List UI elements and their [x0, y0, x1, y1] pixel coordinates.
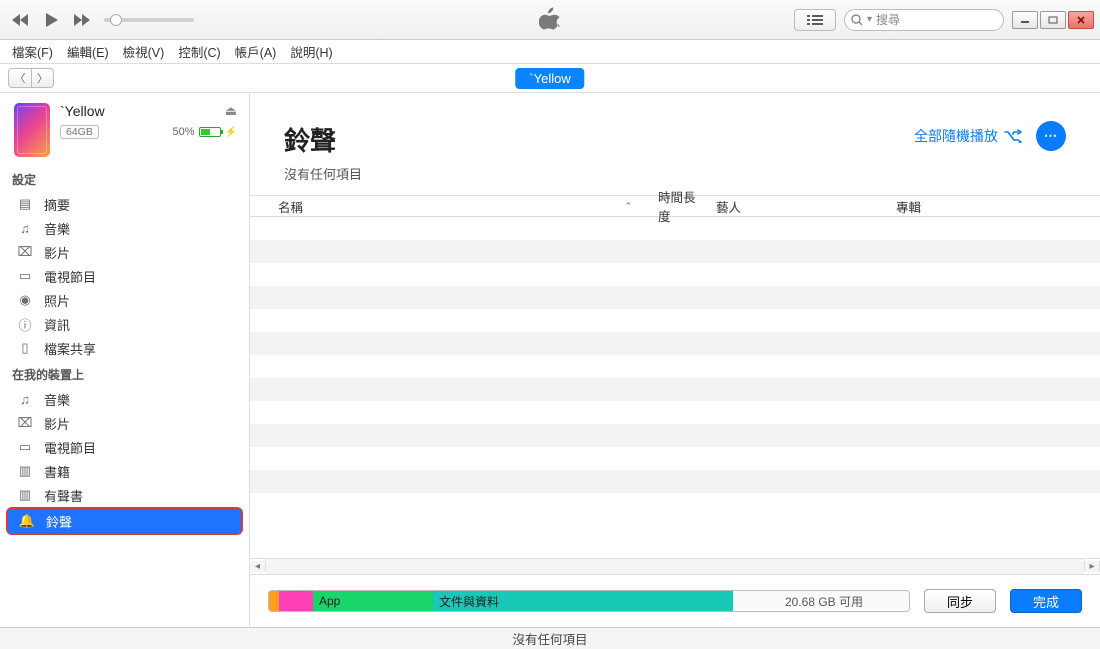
col-album[interactable]: 專輯: [888, 197, 1100, 216]
window-controls: [1012, 11, 1094, 29]
shuffle-all-button[interactable]: 全部隨機播放: [914, 126, 1022, 146]
capacity-badge: 64GB: [60, 125, 99, 139]
sidebar-item-info[interactable]: ⓘ資訊: [0, 312, 249, 336]
search-input[interactable]: ▾ 搜尋: [844, 9, 1004, 31]
info-icon: ⓘ: [16, 315, 34, 334]
search-icon: [851, 14, 863, 26]
storage-seg-free: 20.68 GB 可用: [733, 591, 909, 611]
nav-back-button[interactable]: 〈: [9, 69, 31, 87]
maximize-button[interactable]: [1040, 11, 1066, 29]
device-name: `Yellow: [60, 103, 105, 119]
eject-icon[interactable]: ⏏: [225, 103, 237, 119]
sidebar-section-settings: 設定: [0, 165, 249, 192]
playback-controls: [0, 7, 194, 33]
sort-caret-icon: ⌃: [624, 201, 632, 212]
sidebar-item-device-music[interactable]: ♫音樂: [0, 387, 249, 411]
music-icon: ♫: [16, 221, 34, 236]
storage-seg-media: [279, 591, 313, 611]
menu-edit[interactable]: 編輯(E): [61, 40, 115, 63]
top-toolbar: ▾ 搜尋: [0, 0, 1100, 40]
storage-seg-other: [269, 591, 279, 611]
sidebar-item-device-ringtones[interactable]: 🔔鈴聲: [8, 509, 241, 533]
main-content: 鈴聲 沒有任何項目 全部隨機播放 ⋯ 名稱⌃ 時間長度 藝人 專輯 ◂▸: [250, 93, 1100, 627]
col-name[interactable]: 名稱⌃: [250, 197, 650, 216]
menu-controls[interactable]: 控制(C): [172, 40, 226, 63]
next-button[interactable]: [68, 7, 94, 33]
more-options-button[interactable]: ⋯: [1036, 121, 1066, 151]
close-button[interactable]: [1068, 11, 1094, 29]
device-header-bar: 〈 〉 `Yellow: [0, 64, 1100, 93]
device-thumbnail: [14, 103, 50, 157]
music-icon: ♫: [16, 392, 34, 407]
sidebar-item-device-tv[interactable]: ▭電視節目: [0, 435, 249, 459]
sync-button[interactable]: 同步: [924, 589, 996, 613]
storage-seg-app: App: [313, 591, 433, 611]
menu-file[interactable]: 檔案(F): [6, 40, 59, 63]
menu-help[interactable]: 說明(H): [284, 40, 338, 63]
col-artist[interactable]: 藝人: [708, 197, 888, 216]
nav-forward-button[interactable]: 〉: [31, 69, 53, 87]
highlighted-ringtones-box: 🔔鈴聲: [6, 507, 243, 535]
list-view-button[interactable]: [794, 9, 836, 31]
tv-icon: ▭: [16, 439, 34, 455]
summary-icon: ▤: [16, 196, 34, 212]
menu-bar: 檔案(F) 編輯(E) 檢視(V) 控制(C) 帳戶(A) 說明(H): [0, 40, 1100, 64]
sidebar-item-device-movies[interactable]: ⌧影片: [0, 411, 249, 435]
folder-icon: ▯: [16, 340, 34, 356]
sidebar-section-ondevice: 在我的裝置上: [0, 360, 249, 387]
prev-button[interactable]: [8, 7, 34, 33]
sidebar-item-device-books[interactable]: ▥書籍: [0, 459, 249, 483]
device-chip[interactable]: `Yellow: [515, 68, 584, 89]
device-info: `Yellow ⏏ 64GB 50% ⚡: [0, 93, 249, 165]
play-button[interactable]: [38, 7, 64, 33]
sidebar-item-file-sharing[interactable]: ▯檔案共享: [0, 336, 249, 360]
storage-bar: App 文件與資料 20.68 GB 可用: [268, 590, 910, 612]
sidebar-item-tv[interactable]: ▭電視節目: [0, 264, 249, 288]
menu-account[interactable]: 帳戶(A): [229, 40, 283, 63]
minimize-button[interactable]: [1012, 11, 1038, 29]
shuffle-icon: [1004, 129, 1022, 143]
nav-arrows: 〈 〉: [8, 68, 54, 88]
horizontal-scrollbar[interactable]: ◂▸: [250, 558, 1100, 574]
sidebar-item-music[interactable]: ♫音樂: [0, 216, 249, 240]
status-text: 沒有任何項目: [512, 629, 587, 648]
menu-view[interactable]: 檢視(V): [117, 40, 171, 63]
film-icon: ⌧: [16, 244, 34, 260]
status-bar: 沒有任何項目: [0, 627, 1100, 649]
column-headers: 名稱⌃ 時間長度 藝人 專輯: [250, 195, 1100, 217]
sidebar: `Yellow ⏏ 64GB 50% ⚡ 設定 ▤摘要 ♫音樂 ⌧影片 ▭電視節…: [0, 93, 250, 627]
page-title: 鈴聲: [284, 121, 362, 158]
tv-icon: ▭: [16, 268, 34, 284]
sidebar-item-movies[interactable]: ⌧影片: [0, 240, 249, 264]
battery-status: 50% ⚡: [173, 126, 237, 138]
film-icon: ⌧: [16, 415, 34, 431]
search-placeholder: 搜尋: [876, 11, 900, 28]
done-button[interactable]: 完成: [1010, 589, 1082, 613]
apple-logo-icon: [539, 5, 561, 34]
bell-icon: 🔔: [18, 513, 36, 529]
camera-icon: ◉: [16, 292, 34, 308]
sidebar-item-photos[interactable]: ◉照片: [0, 288, 249, 312]
audiobook-icon: ▥: [16, 487, 34, 503]
sidebar-item-summary[interactable]: ▤摘要: [0, 192, 249, 216]
volume-slider[interactable]: [104, 18, 194, 22]
footer-panel: App 文件與資料 20.68 GB 可用 同步 完成: [250, 574, 1100, 627]
storage-seg-docs: 文件與資料: [433, 591, 733, 611]
page-subtitle: 沒有任何項目: [284, 164, 362, 183]
book-icon: ▥: [16, 463, 34, 479]
sidebar-item-device-audiobooks[interactable]: ▥有聲書: [0, 483, 249, 507]
battery-icon: [199, 127, 221, 137]
table-rows: [250, 217, 1100, 558]
